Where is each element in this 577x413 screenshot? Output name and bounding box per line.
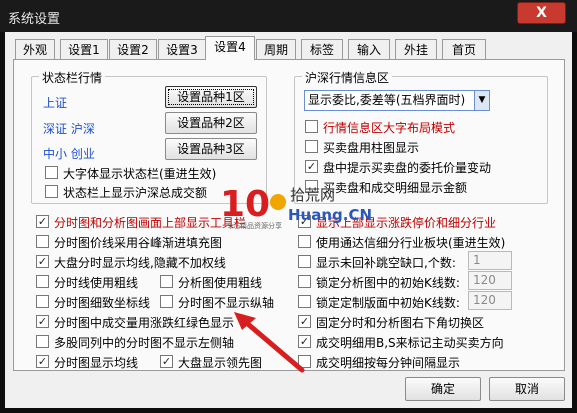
gear-icon	[270, 194, 286, 210]
tab-period[interactable]: 周期	[256, 39, 296, 59]
volume-color-label: 分时图中成交量用涨跌红绿色显示	[54, 316, 235, 330]
volume-color-checkbox[interactable]: ✓	[36, 315, 49, 328]
lock-custom-k-checkbox[interactable]	[298, 295, 311, 308]
gradient-fill-checkbox[interactable]	[36, 235, 49, 248]
bar-chart-label: 买卖盘用柱图显示	[323, 141, 420, 155]
lock-analysis-k-checkbox[interactable]	[298, 275, 311, 288]
tab-settings3[interactable]: 设置3	[158, 39, 206, 59]
title-bar: 系统设置 X	[0, 0, 577, 32]
set-zone3-button[interactable]: 设置品种3区	[165, 138, 257, 160]
watermark-brand-cn: 拾荒网	[290, 186, 335, 204]
large-font-label: 大字体显示状态栏(重进生效)	[63, 167, 217, 181]
ok-button[interactable]: 确定	[405, 377, 481, 401]
fine-grid-checkbox[interactable]	[36, 295, 49, 308]
set-zone1-button[interactable]: 设置品种1区	[165, 86, 257, 108]
large-font-checkbox[interactable]	[45, 166, 58, 179]
bs-mark-checkbox[interactable]: ✓	[298, 335, 311, 348]
minute-avg-line-label: 分时图显示均线	[54, 356, 139, 370]
gap-count-label: 显示未回补跳空缺口,个数:	[316, 256, 456, 270]
fine-grid-label: 分时图细致坐标线	[54, 296, 151, 310]
tab-settings2[interactable]: 设置2	[109, 39, 157, 59]
leading-chart-checkbox[interactable]: ✓	[160, 355, 173, 368]
window-title: 系统设置	[8, 12, 61, 27]
fixed-switch-area-label: 固定分时和分析图右下角切换区	[316, 316, 485, 330]
watermark-number: 10	[220, 184, 270, 225]
per-minute-detail-label: 成交明细按每分钟间隔显示	[316, 356, 461, 370]
lock-analysis-k-input[interactable]: 120	[468, 271, 512, 290]
tab-settings1[interactable]: 设置1	[60, 39, 108, 59]
toolbar-top-checkbox[interactable]: ✓	[36, 215, 49, 228]
bar-chart-checkbox[interactable]	[305, 140, 318, 153]
big-layout-label: 行情信息区大字布局模式	[323, 121, 456, 135]
order-change-checkbox[interactable]: ✓	[305, 160, 318, 173]
fixed-switch-area-checkbox[interactable]: ✓	[298, 315, 311, 328]
bold-minute-line-checkbox[interactable]	[36, 275, 49, 288]
set-zone2-button[interactable]: 设置品种2区	[165, 112, 257, 134]
minute-avg-line-checkbox[interactable]: ✓	[36, 355, 49, 368]
total-turnover-checkbox[interactable]	[45, 185, 58, 198]
hide-left-axis-label: 多股同列中的分时图不显示左侧轴	[54, 336, 235, 350]
tab-home[interactable]: 首页	[442, 39, 486, 59]
watermark-logo: 10 拾荒网 Huang.CN 专注精品资源分享	[218, 180, 378, 230]
order-change-label: 盘中提示买卖盘的委托价量变动	[323, 161, 492, 175]
watermark-tagline: 专注精品资源分享	[226, 221, 282, 230]
status-group-title: 状态栏行情	[39, 69, 106, 86]
tdx-industry-label: 使用通达信细分行业板块(重进生效)	[316, 236, 506, 250]
hide-left-axis-checkbox[interactable]	[36, 335, 49, 348]
szse-label: 深证 沪深	[43, 122, 95, 136]
bold-analysis-line-checkbox[interactable]	[160, 275, 173, 288]
gradient-fill-label: 分时图价线采用谷峰渐进填充图	[54, 236, 223, 250]
bs-mark-label: 成交明细用B,S来标记主动买卖方向	[316, 336, 504, 350]
tab-input[interactable]: 输入	[348, 39, 390, 59]
big-layout-checkbox[interactable]	[305, 120, 318, 133]
lock-analysis-k-label: 锁定分析图中的初始K线数:	[316, 276, 460, 290]
watermark-brand-en: Huang.CN	[288, 206, 372, 224]
hs-info-select[interactable]: 显示委比,委差等(五档界面时) ▼	[304, 90, 490, 111]
index-avg-line-label: 大盘分时显示均线,隐藏不加权线	[54, 256, 226, 270]
cancel-button[interactable]: 取消	[489, 377, 565, 401]
hs-group-title: 沪深行情信息区	[302, 69, 393, 86]
index-avg-line-checkbox[interactable]: ✓	[36, 255, 49, 268]
total-turnover-label: 状态栏上显示沪深总成交额	[63, 186, 208, 200]
tdx-industry-checkbox[interactable]	[298, 235, 311, 248]
per-minute-detail-checkbox[interactable]	[298, 355, 311, 368]
tab-plugins[interactable]: 外挂	[395, 39, 437, 59]
bold-minute-line-label: 分时线使用粗线	[54, 276, 139, 290]
hide-vertical-axis-label: 分时图不显示纵轴	[178, 296, 275, 310]
lock-custom-k-input[interactable]: 120	[468, 291, 512, 310]
hs-info-select-value: 显示委比,委差等(五档界面时)	[308, 93, 466, 107]
tab-appearance[interactable]: 外观	[15, 39, 55, 59]
sme-label: 中小 创业	[43, 147, 95, 161]
settings-window: 系统设置 X 外观 设置1 设置2 设置3 设置4 周期 标签 输入 外挂 首页…	[0, 0, 577, 413]
tab-labels[interactable]: 标签	[301, 39, 343, 59]
tab-settings4[interactable]: 设置4	[205, 36, 255, 60]
gap-count-checkbox[interactable]	[298, 255, 311, 268]
chevron-down-icon[interactable]: ▼	[474, 91, 489, 110]
leading-chart-label: 大盘显示领先图	[178, 356, 263, 370]
bold-analysis-line-label: 分析图使用粗线	[178, 276, 263, 290]
gap-count-input[interactable]: 1	[468, 251, 512, 270]
sse-label: 上证	[43, 96, 68, 110]
hide-vertical-axis-checkbox[interactable]	[160, 295, 173, 308]
lock-custom-k-label: 锁定定制版面中初始K线数:	[316, 296, 460, 310]
close-button[interactable]: X	[517, 2, 566, 24]
